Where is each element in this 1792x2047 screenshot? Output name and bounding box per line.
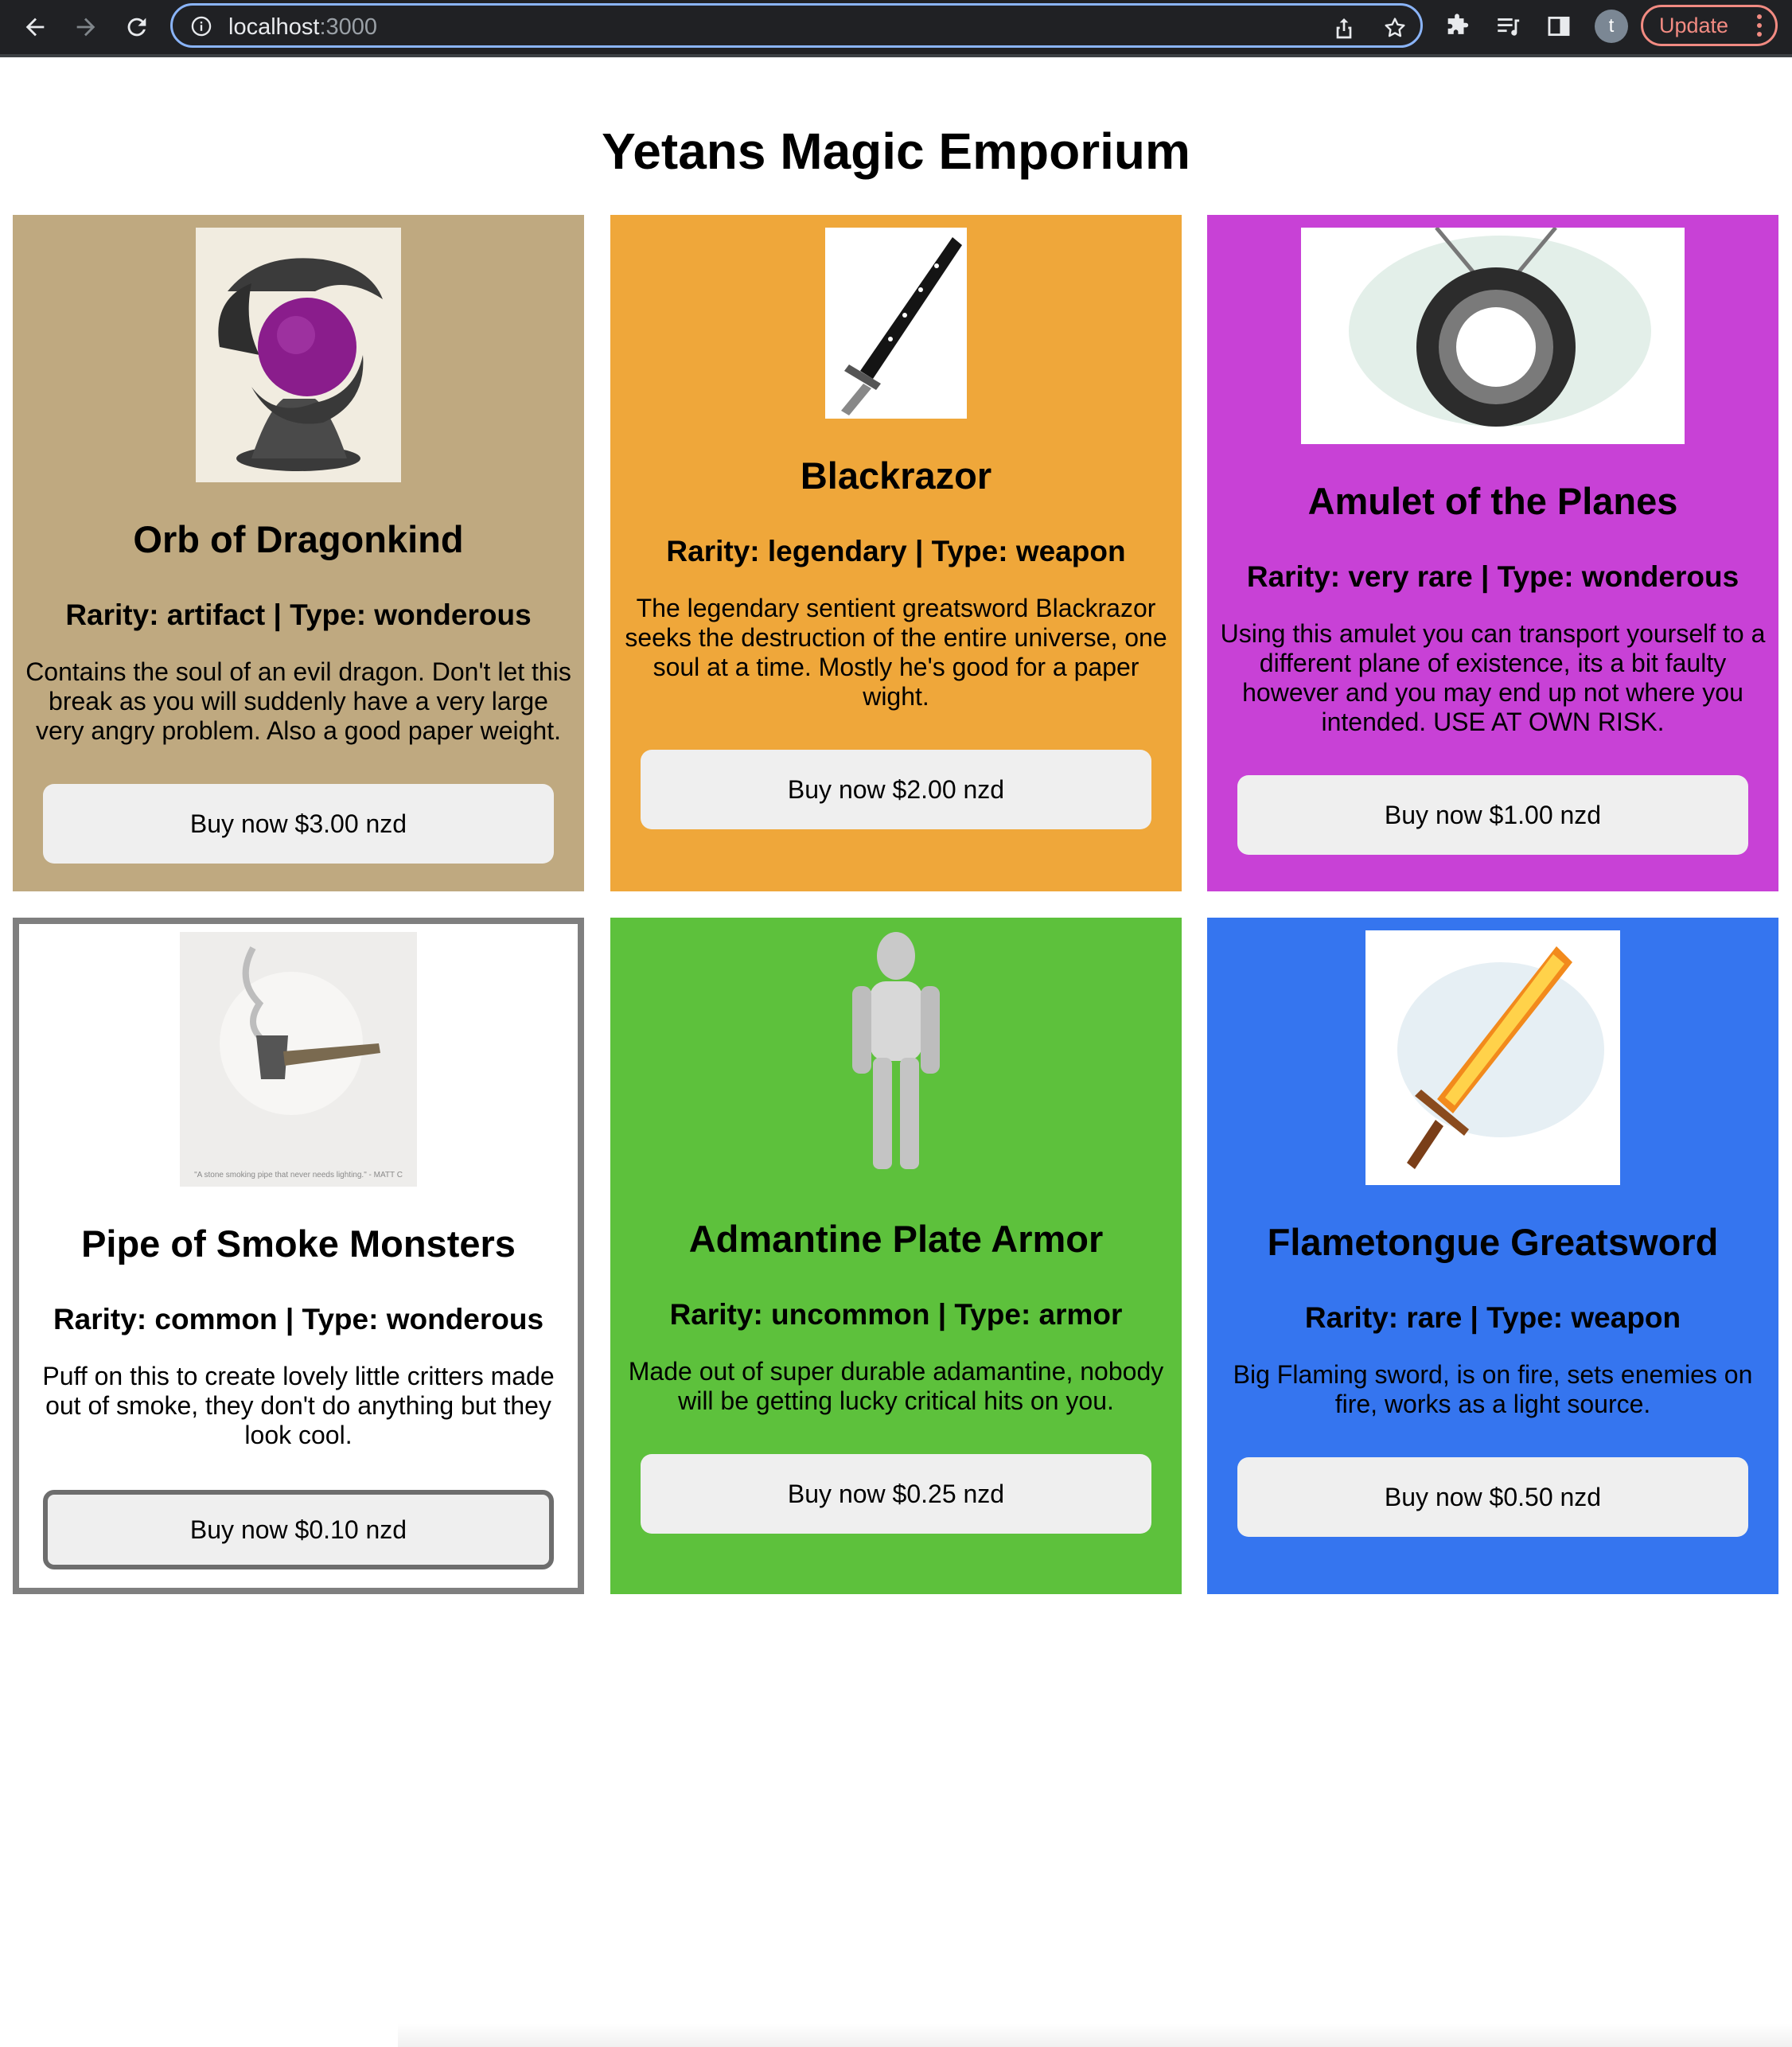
product-meta: Rarity: artifact | Type: wonderous	[65, 599, 532, 631]
info-icon[interactable]	[190, 15, 212, 37]
reading-list-icon[interactable]	[1494, 13, 1521, 40]
forward-button[interactable]	[67, 8, 105, 46]
url-port: :3000	[319, 14, 378, 40]
more-menu-icon	[1757, 14, 1762, 37]
black-sword-image	[825, 228, 967, 419]
buy-button[interactable]: Buy now $2.00 nzd	[641, 750, 1151, 829]
address-bar[interactable]: localhost:3000	[170, 3, 1423, 48]
browser-toolbar: localhost:3000 t Update	[0, 0, 1792, 57]
extensions-puzzle-icon[interactable]	[1443, 13, 1471, 40]
side-panel-icon[interactable]	[1545, 13, 1572, 40]
product-card-flametongue-greatsword: Flametongue Greatsword Rarity: rare | Ty…	[1207, 918, 1778, 1594]
back-button[interactable]	[16, 8, 54, 46]
arrow-left-icon	[25, 18, 45, 37]
product-meta: Rarity: common | Type: wonderous	[53, 1303, 544, 1335]
product-card-pipe-of-smoke-monsters: "A stone smoking pipe that never needs l…	[13, 918, 584, 1594]
product-description: Made out of super durable adamantine, no…	[628, 1357, 1164, 1415]
product-meta: Rarity: legendary | Type: weapon	[666, 535, 1126, 567]
reload-icon	[127, 18, 146, 37]
url-host: localhost	[228, 14, 320, 40]
product-name: Amulet of the Planes	[1307, 480, 1678, 522]
product-card-admantine-plate-armor: Admantine Plate Armor Rarity: uncommon |…	[610, 918, 1182, 1594]
product-name: Flametongue Greatsword	[1267, 1221, 1719, 1263]
profile-avatar[interactable]: t	[1595, 10, 1628, 43]
buy-button[interactable]: Buy now $3.00 nzd	[43, 784, 554, 864]
product-description: Big Flaming sword, is on fire, sets enem…	[1233, 1360, 1753, 1418]
product-name: Admantine Plate Armor	[688, 1218, 1104, 1260]
product-card-blackrazor: Blackrazor Rarity: legendary | Type: wea…	[610, 215, 1182, 891]
update-button[interactable]: Update	[1641, 5, 1778, 46]
page-title: Yetans Magic Emporium	[602, 123, 1190, 180]
product-description: Using this amulet you can transport your…	[1220, 619, 1766, 736]
amulet-image	[1301, 228, 1685, 444]
reload-button[interactable]	[118, 8, 156, 46]
product-card-orb-of-dragonkind: Orb of Dragonkind Rarity: artifact | Typ…	[13, 215, 584, 891]
product-description: Contains the soul of an evil dragon. Don…	[25, 657, 571, 745]
url-text[interactable]: localhost:3000	[228, 14, 377, 41]
product-card-amulet-of-the-planes: Amulet of the Planes Rarity: very rare |…	[1207, 215, 1778, 891]
product-meta: Rarity: rare | Type: weapon	[1304, 1301, 1681, 1334]
buy-button[interactable]: Buy now $0.50 nzd	[1237, 1457, 1748, 1537]
share-icon[interactable]	[1331, 15, 1357, 41]
product-meta: Rarity: uncommon | Type: armor	[669, 1298, 1123, 1331]
pipe-image: "A stone smoking pipe that never needs l…	[180, 932, 417, 1187]
bookmark-star-icon[interactable]	[1382, 15, 1408, 41]
buy-button[interactable]: Buy now $1.00 nzd	[1237, 775, 1748, 855]
armor-image	[828, 930, 964, 1182]
product-description: The legendary sentient greatsword Blackr…	[625, 594, 1167, 711]
product-name: Orb of Dragonkind	[133, 518, 464, 560]
bottom-shadow	[398, 2023, 1792, 2047]
buy-button[interactable]: Buy now $0.10 nzd	[43, 1490, 554, 1569]
flame-sword-image	[1365, 930, 1620, 1185]
product-description: Puff on this to create lovely little cri…	[42, 1362, 555, 1449]
product-meta: Rarity: very rare | Type: wonderous	[1246, 560, 1739, 593]
pipe-image-caption: "A stone smoking pipe that never needs l…	[194, 1171, 403, 1179]
product-name: Pipe of Smoke Monsters	[81, 1222, 516, 1265]
update-label: Update	[1659, 14, 1729, 37]
buy-button[interactable]: Buy now $0.25 nzd	[641, 1454, 1151, 1534]
arrow-right-icon	[76, 18, 95, 37]
orb-dragon-image	[196, 228, 401, 482]
product-name: Blackrazor	[800, 454, 992, 497]
